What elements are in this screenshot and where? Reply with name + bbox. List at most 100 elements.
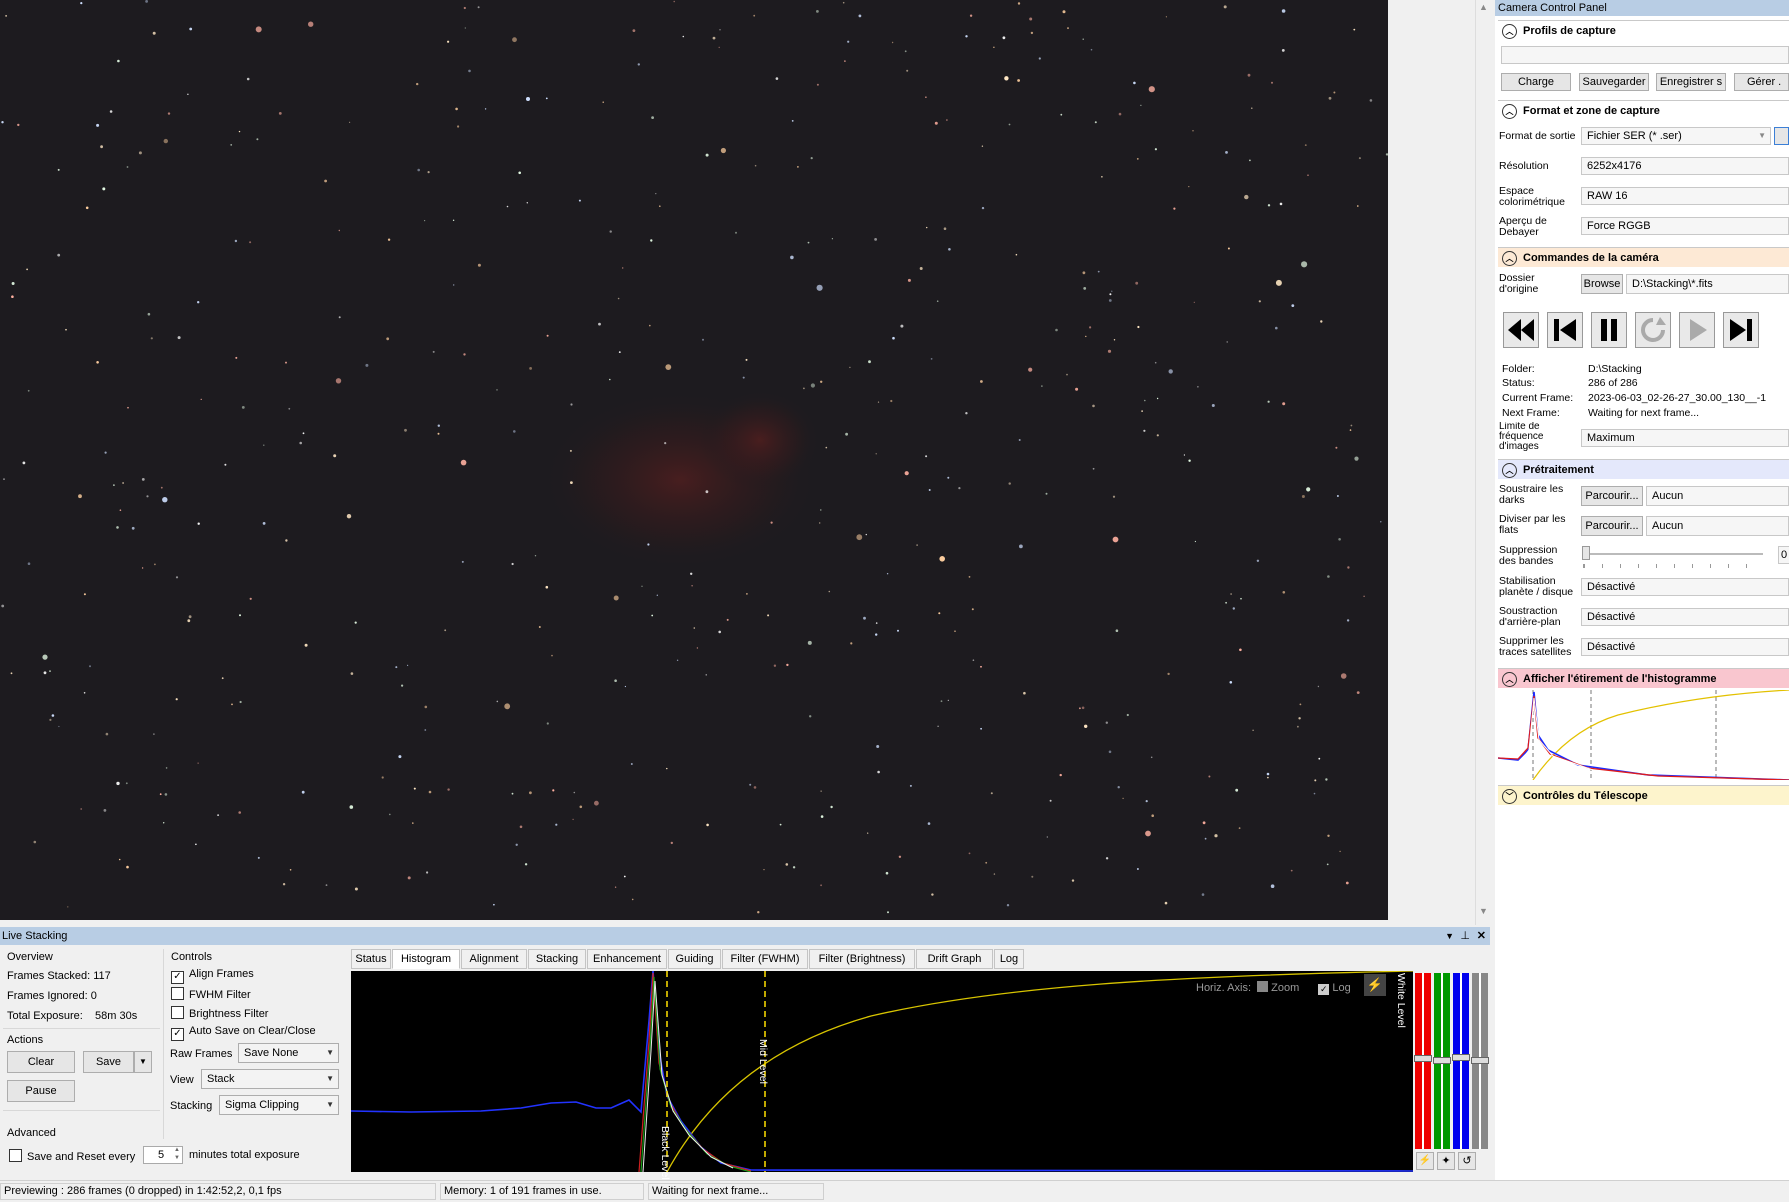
align-frames-checkbox[interactable]: ✓ Align Frames (171, 968, 254, 984)
stacking-select[interactable]: Sigma Clipping ▼ (219, 1095, 339, 1115)
stabilisation-field[interactable]: Désactivé (1581, 578, 1789, 596)
skip-back-button[interactable] (1547, 312, 1583, 348)
star (239, 614, 241, 617)
collapse-icon[interactable]: ︿ (1502, 463, 1517, 478)
skip-end-button[interactable] (1723, 312, 1759, 348)
format-more-button[interactable] (1774, 127, 1789, 145)
collapse-icon[interactable]: ︿ (1502, 251, 1517, 266)
refresh-button[interactable] (1635, 312, 1671, 348)
limite-field[interactable]: Maximum (1581, 429, 1789, 447)
minutes-value[interactable]: 5 (158, 1149, 164, 1161)
reset-button[interactable]: ↺ (1458, 1152, 1476, 1170)
auto-save-checkbox[interactable]: ✓ Auto Save on Clear/Close (171, 1025, 316, 1041)
section-pretraitement-header[interactable]: ︿ Prétraitement (1498, 459, 1789, 479)
checkbox-checked[interactable]: ✓ (171, 1028, 184, 1041)
darks-browse-button[interactable]: Parcourir... (1581, 486, 1643, 506)
enregistrer-button[interactable]: Enregistrer s (1656, 73, 1726, 91)
bandes-value[interactable]: 0 (1778, 546, 1789, 564)
scroll-up-icon[interactable]: ▲ (1479, 2, 1488, 12)
debayer-field[interactable]: Force RGGB (1581, 217, 1789, 235)
browse-button[interactable]: Browse (1581, 274, 1623, 294)
star (1019, 544, 1023, 549)
reset-lightning-button[interactable]: ⚡ (1416, 1152, 1434, 1170)
espace-field[interactable]: RAW 16 (1581, 187, 1789, 205)
bandes-slider-track[interactable] (1583, 553, 1763, 555)
vertical-scrollbar[interactable]: ▲ ▼ (1475, 0, 1493, 925)
close-icon[interactable]: ✕ (1477, 927, 1486, 945)
checkbox[interactable] (171, 1006, 184, 1019)
tab-log[interactable]: Log (994, 949, 1024, 969)
profile-select[interactable] (1501, 46, 1789, 64)
image-viewport[interactable] (0, 0, 1475, 925)
log-checkbox[interactable]: ✓ (1318, 984, 1330, 995)
clear-button[interactable]: Clear (7, 1051, 75, 1073)
expand-icon[interactable]: ﹀ (1502, 789, 1517, 804)
collapse-icon[interactable]: ︿ (1502, 104, 1517, 119)
fwhm-filter-checkbox[interactable]: FWHM Filter (171, 987, 251, 1001)
dossier-field[interactable]: D:\Stacking\*.fits (1626, 274, 1789, 294)
checkbox[interactable] (9, 1149, 22, 1162)
flats-browse-button[interactable]: Parcourir... (1581, 516, 1643, 536)
advanced-header: Advanced (7, 1127, 56, 1139)
mini-histogram[interactable] (1497, 689, 1789, 781)
save-dropdown-button[interactable]: ▼ (134, 1051, 152, 1073)
tab-drift-graph[interactable]: Drift Graph (916, 949, 993, 969)
luminance-thumb[interactable] (1471, 1057, 1489, 1064)
stacked-image[interactable] (0, 0, 1388, 920)
view-select[interactable]: Stack ▼ (201, 1069, 339, 1089)
scroll-down-icon[interactable]: ▼ (1479, 906, 1488, 916)
section-commandes-header[interactable]: ︿ Commandes de la caméra (1498, 247, 1789, 267)
star (825, 446, 828, 449)
soustraction-field[interactable]: Désactivé (1581, 608, 1789, 626)
tab-alignment[interactable]: Alignment (461, 949, 527, 969)
star (937, 725, 939, 727)
slider-ticks (1583, 564, 1764, 568)
gerer-button[interactable]: Gérer . (1734, 73, 1789, 91)
checkbox[interactable] (171, 987, 184, 1000)
star (1118, 112, 1122, 116)
green-thumb[interactable] (1433, 1057, 1451, 1064)
section-histogramme-header[interactable]: ︿ Afficher l'étirement de l'histogramme (1498, 668, 1789, 688)
play-button[interactable] (1679, 312, 1715, 348)
tab-stacking[interactable]: Stacking (528, 949, 586, 969)
resolution-field[interactable]: 6252x4176 (1581, 157, 1789, 175)
raw-frames-select[interactable]: Save None ▼ (238, 1043, 339, 1063)
darks-field[interactable]: Aucun (1646, 486, 1789, 506)
sauvegarder-button[interactable]: Sauvegarder (1579, 73, 1649, 91)
red-thumb[interactable] (1414, 1055, 1432, 1062)
format-sortie-select[interactable]: Fichier SER (* .ser) ▼ (1581, 127, 1771, 145)
star (1345, 881, 1349, 885)
collapse-icon[interactable]: ︿ (1502, 24, 1517, 39)
save-reset-checkbox[interactable]: Save and Reset every (9, 1149, 135, 1163)
pin-icon[interactable]: ⊥ (1460, 927, 1470, 945)
spinner-arrows-icon[interactable]: ▲ ▼ (174, 1146, 180, 1162)
satellites-field[interactable]: Désactivé (1581, 638, 1789, 656)
tab-histogram[interactable]: Histogram (392, 949, 460, 969)
pause-button[interactable] (1591, 312, 1627, 348)
section-format-header[interactable]: ︿ Format et zone de capture (1498, 100, 1789, 120)
blue-thumb[interactable] (1452, 1054, 1470, 1061)
tab-status[interactable]: Status (351, 949, 391, 969)
flats-field[interactable]: Aucun (1646, 516, 1789, 536)
tab-filter-brightness[interactable]: Filter (Brightness) (809, 949, 915, 969)
save-button[interactable]: Save (83, 1051, 134, 1073)
section-profils-header[interactable]: ︿ Profils de capture (1498, 20, 1789, 40)
status-memory: Memory: 1 of 191 frames in use. (440, 1183, 644, 1200)
charge-button[interactable]: Charge (1501, 73, 1571, 91)
rewind-button[interactable] (1503, 312, 1539, 348)
dropdown-icon[interactable]: ▼ (1445, 927, 1454, 945)
auto-stretch-button[interactable]: ⚡ (1364, 974, 1386, 996)
minutes-spinner[interactable]: 5 ▲ ▼ (143, 1146, 183, 1164)
zoom-checkbox[interactable] (1257, 981, 1269, 992)
section-telescope-header[interactable]: ﹀ Contrôles du Télescope (1498, 785, 1789, 805)
bandes-slider-thumb[interactable] (1582, 546, 1590, 560)
tab-guiding[interactable]: Guiding (668, 949, 721, 969)
brightness-filter-checkbox[interactable]: Brightness Filter (171, 1006, 268, 1020)
star-button[interactable]: ✦ (1437, 1152, 1455, 1170)
tab-filter-fwhm[interactable]: Filter (FWHM) (722, 949, 808, 969)
histogram-plot[interactable]: Black Level Mid Level White Level Horiz.… (351, 971, 1413, 1180)
tab-enhancement[interactable]: Enhancement (587, 949, 667, 969)
pause-stack-button[interactable]: Pause (7, 1080, 75, 1102)
checkbox-checked[interactable]: ✓ (171, 971, 184, 984)
collapse-icon[interactable]: ︿ (1502, 672, 1517, 687)
